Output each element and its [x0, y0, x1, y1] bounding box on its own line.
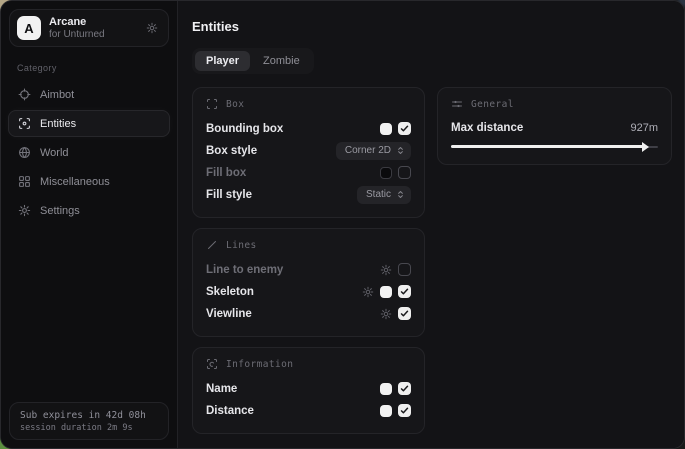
gear-icon[interactable] — [380, 264, 392, 276]
bounding-box-row: Bounding box — [206, 118, 411, 139]
sidebar-item-label: Settings — [40, 205, 80, 217]
gear-icon[interactable] — [380, 308, 392, 320]
skeleton-color-swatch[interactable] — [380, 286, 392, 298]
info-scan-icon — [206, 358, 218, 370]
left-column: Box Bounding box Box style — [192, 87, 425, 434]
box-card-title: Box — [226, 99, 244, 110]
max-distance-slider[interactable] — [451, 142, 658, 152]
information-card: Information Name Distance — [192, 347, 425, 434]
sidebar-item-settings[interactable]: Settings — [8, 197, 170, 224]
globe-icon — [18, 146, 31, 159]
lines-card: Lines Line to enemy — [192, 228, 425, 337]
sidebar-item-label: Entities — [40, 118, 76, 130]
fill-style-select[interactable]: Static — [357, 186, 411, 204]
app-name: Arcane — [49, 16, 138, 29]
sidebar-item-entities[interactable]: Entities — [8, 110, 170, 137]
gear-icon — [18, 204, 31, 217]
general-card-title: General — [471, 99, 514, 110]
fill-box-checkbox[interactable] — [398, 166, 411, 179]
grid-icon — [18, 175, 31, 188]
lines-card-title: Lines — [226, 240, 257, 251]
skeleton-checkbox[interactable] — [398, 285, 411, 298]
line-to-enemy-checkbox[interactable] — [398, 263, 411, 276]
skeleton-row: Skeleton — [206, 281, 411, 302]
box-style-select[interactable]: Corner 2D — [336, 142, 411, 160]
bounding-box-checkbox[interactable] — [398, 122, 411, 135]
fill-style-row: Fill style Static — [206, 184, 411, 205]
sidebar-item-label: World — [40, 147, 69, 159]
general-card: General Max distance 927m — [437, 87, 672, 165]
entity-tabbar: Player Zombie — [192, 48, 314, 74]
distance-row: Distance — [206, 400, 411, 421]
sidebar-item-world[interactable]: World — [8, 139, 170, 166]
bounding-box-color-swatch[interactable] — [380, 123, 392, 135]
distance-color-swatch[interactable] — [380, 405, 392, 417]
scan-eye-icon — [18, 117, 31, 130]
sidebar-item-label: Aimbot — [40, 89, 74, 101]
box-card-header: Box — [206, 98, 411, 110]
right-column: General Max distance 927m — [437, 87, 672, 165]
max-distance-label: Max distance — [451, 122, 523, 134]
chevrons-up-down-icon — [396, 146, 405, 155]
lines-card-header: Lines — [206, 239, 411, 251]
fill-box-row: Fill box — [206, 162, 411, 183]
gear-icon[interactable] — [146, 22, 158, 34]
app-window: A Arcane for Unturned Category — [0, 0, 685, 449]
max-distance-value: 927m — [630, 122, 658, 134]
tab-player[interactable]: Player — [195, 51, 250, 71]
page-title: Entities — [192, 19, 672, 34]
sidebar-item-aimbot[interactable]: Aimbot — [8, 81, 170, 108]
sliders-icon — [451, 98, 463, 110]
crosshair-icon — [18, 88, 31, 101]
sidebar: A Arcane for Unturned Category — [1, 1, 178, 448]
settings-columns: Box Bounding box Box style — [192, 87, 672, 434]
viewline-checkbox[interactable] — [398, 307, 411, 320]
app-logo: A — [17, 16, 41, 40]
name-color-swatch[interactable] — [380, 383, 392, 395]
app-logo-card: A Arcane for Unturned — [9, 9, 169, 47]
subscription-card: Sub expires in 42d 08h session duration … — [9, 402, 169, 440]
information-card-header: Information — [206, 358, 411, 370]
name-row: Name — [206, 378, 411, 399]
app-identity: Arcane for Unturned — [49, 16, 138, 40]
category-label: Category — [17, 63, 161, 73]
information-card-title: Information — [226, 359, 293, 370]
box-corners-icon — [206, 98, 218, 110]
box-card: Box Bounding box Box style — [192, 87, 425, 218]
distance-checkbox[interactable] — [398, 404, 411, 417]
slider-thumb[interactable] — [642, 142, 649, 152]
tab-zombie[interactable]: Zombie — [252, 51, 311, 71]
chevrons-up-down-icon — [396, 190, 405, 199]
app-subtitle: for Unturned — [49, 29, 138, 41]
general-card-header: General — [451, 98, 658, 110]
line-to-enemy-row: Line to enemy — [206, 259, 411, 280]
diagonal-line-icon — [206, 239, 218, 251]
fill-box-color-swatch[interactable] — [380, 167, 392, 179]
sidebar-item-miscellaneous[interactable]: Miscellaneous — [8, 168, 170, 195]
sidebar-item-label: Miscellaneous — [40, 176, 110, 188]
box-style-row: Box style Corner 2D — [206, 140, 411, 161]
viewline-row: Viewline — [206, 303, 411, 324]
main-content: Entities Player Zombie Box — [178, 1, 684, 448]
max-distance-row: Max distance 927m — [451, 118, 658, 138]
sidebar-nav: Aimbot Entities World — [1, 81, 177, 224]
gear-icon[interactable] — [362, 286, 374, 298]
sub-expiry-text: Sub expires in 42d 08h — [20, 410, 158, 421]
session-duration-text: session duration 2m 9s — [20, 423, 158, 433]
max-distance-slider-fill — [451, 145, 643, 148]
name-checkbox[interactable] — [398, 382, 411, 395]
